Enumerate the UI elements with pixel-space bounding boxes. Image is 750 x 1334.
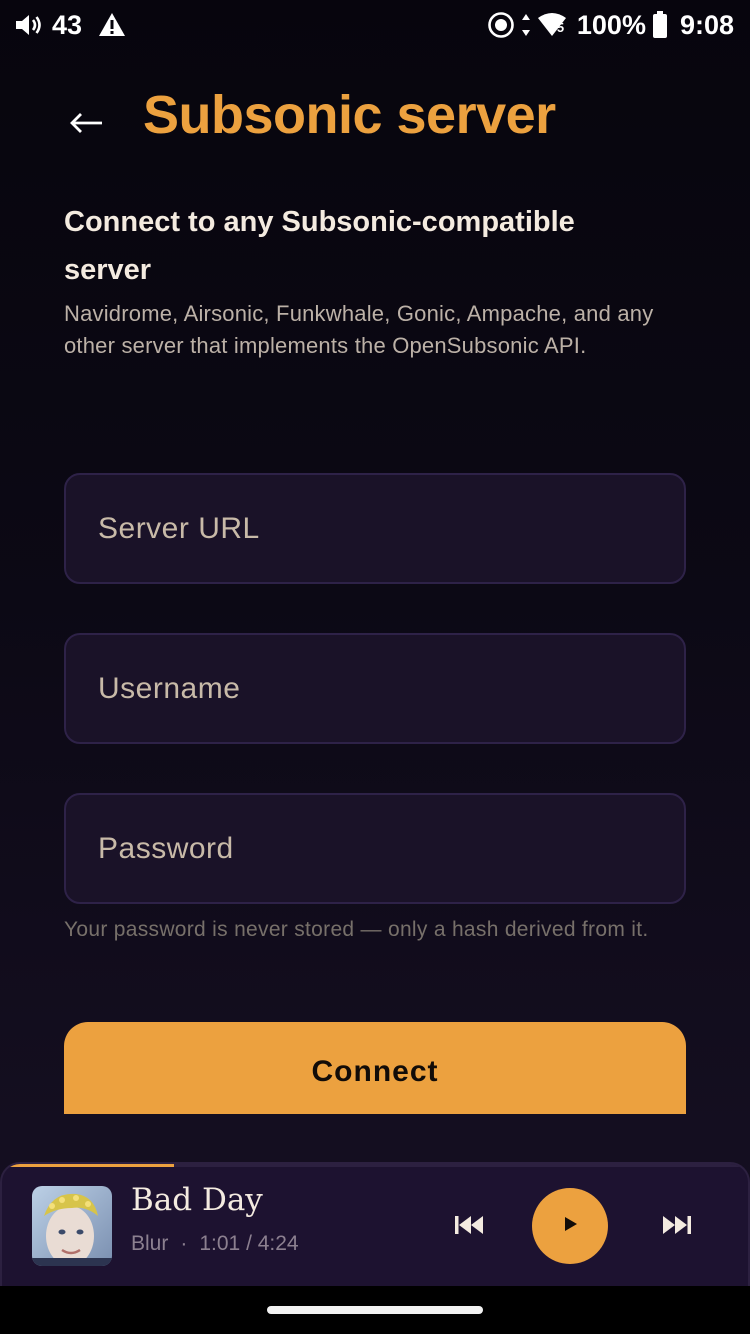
server-url-input[interactable] [66, 475, 684, 582]
track-time: 1:01 / 4:24 [199, 1232, 299, 1255]
intro-heading: Connect to any Subsonic-compatible serve… [64, 206, 575, 286]
username-field[interactable] [64, 633, 686, 744]
status-right: 5 100% 9:08 [487, 8, 734, 42]
track-meta: Blur · 1:01 / 4:24 [131, 1232, 299, 1256]
arrow-left-icon [70, 112, 104, 139]
password-input[interactable] [66, 795, 684, 902]
home-indicator[interactable] [267, 1306, 483, 1314]
wifi-badge: 5 [556, 20, 565, 35]
playback-progress-fill [2, 1164, 174, 1167]
navigation-bar [0, 1286, 750, 1334]
clock: 9:08 [679, 9, 734, 40]
battery-icon [652, 11, 668, 39]
intro-description: Navidrome, Airsonic, Funkwhale, Gonic, A… [64, 301, 654, 358]
wifi-icon: 5 [537, 12, 567, 38]
hotspot-icon [487, 11, 515, 39]
mini-player[interactable]: Bad Day Blur · 1:01 / 4:24 [0, 1162, 750, 1286]
volume-level: 43 [52, 9, 83, 40]
connect-button[interactable]: Connect [64, 1022, 686, 1114]
server-url-field[interactable] [64, 473, 686, 584]
data-arrows-icon [521, 12, 531, 38]
status-left: 43 [14, 8, 126, 42]
skip-next-icon [661, 1214, 693, 1241]
playback-progress-track [2, 1164, 748, 1167]
warning-icon [98, 12, 126, 38]
battery-text: 100% [576, 9, 646, 40]
status-bar: 43 5 100% 9:08 [0, 0, 750, 50]
password-field[interactable] [64, 793, 686, 904]
skip-previous-icon [453, 1214, 485, 1241]
password-hint: Your password is never stored — only a h… [64, 918, 649, 941]
volume-icon [14, 12, 44, 38]
meta-separator: · [180, 1232, 188, 1255]
username-input[interactable] [66, 635, 684, 742]
back-button[interactable] [56, 94, 118, 156]
track-title[interactable]: Bad Day [131, 1182, 263, 1218]
play-icon [560, 1214, 580, 1239]
track-artist: Blur [131, 1232, 169, 1255]
album-art[interactable] [32, 1186, 112, 1266]
next-track-button[interactable] [654, 1204, 700, 1250]
page-title: Subsonic server [143, 85, 556, 145]
play-button[interactable] [532, 1188, 608, 1264]
previous-track-button[interactable] [446, 1204, 492, 1250]
